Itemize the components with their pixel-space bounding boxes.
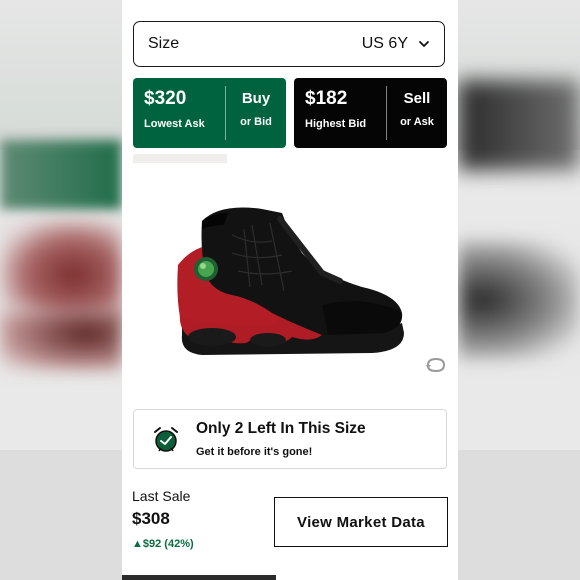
- or-bid-label: or Bid: [240, 116, 272, 128]
- background-blur-black: [458, 80, 580, 170]
- chevron-down-icon: [419, 41, 429, 47]
- lowest-ask-price: $320: [144, 88, 187, 109]
- buy-label: Buy: [241, 90, 271, 107]
- sell-label: Sell: [403, 90, 431, 107]
- lowest-ask-caption: Lowest Ask: [144, 118, 205, 130]
- rotate-360-icon[interactable]: [425, 355, 447, 375]
- highest-bid-caption: Highest Bid: [305, 118, 367, 130]
- highest-bid-price: $182: [305, 88, 348, 109]
- scarcity-title: Only 2 Left In This Size: [196, 420, 366, 437]
- sell-or-ask-button[interactable]: $182 Highest Bid Sell or Ask: [294, 78, 447, 148]
- or-ask-label: or Ask: [400, 116, 434, 128]
- size-value: US 6Y: [361, 35, 408, 52]
- alarm-clock-icon: [154, 427, 178, 452]
- background-blur-shoe-left-sole: [0, 310, 122, 370]
- size-label: Size: [148, 35, 180, 52]
- scarcity-subtitle: Get it before it's gone!: [196, 446, 313, 458]
- background-blur-green: [0, 140, 122, 210]
- last-sale-price: $308: [132, 509, 170, 528]
- sneaker-image[interactable]: [172, 195, 412, 365]
- product-screen: Size US 6Y $320 Lowest Ask Buy or Bid $1…: [122, 0, 458, 580]
- background-blur-shoe-right: [458, 240, 580, 360]
- view-market-data-button[interactable]: View Market Data: [274, 497, 448, 547]
- ask-bid-row: $320 Lowest Ask Buy or Bid $182 Highest …: [133, 78, 447, 148]
- bottom-bar: [122, 575, 276, 580]
- image-tag-strip: [133, 154, 227, 163]
- last-sale-change: ▲$92 (42%): [132, 538, 194, 550]
- scarcity-banner: Only 2 Left In This Size Get it before i…: [133, 409, 447, 469]
- last-sale-label: Last Sale: [132, 488, 191, 504]
- buy-or-bid-button[interactable]: $320 Lowest Ask Buy or Bid: [133, 78, 286, 148]
- size-select[interactable]: Size US 6Y: [133, 21, 445, 67]
